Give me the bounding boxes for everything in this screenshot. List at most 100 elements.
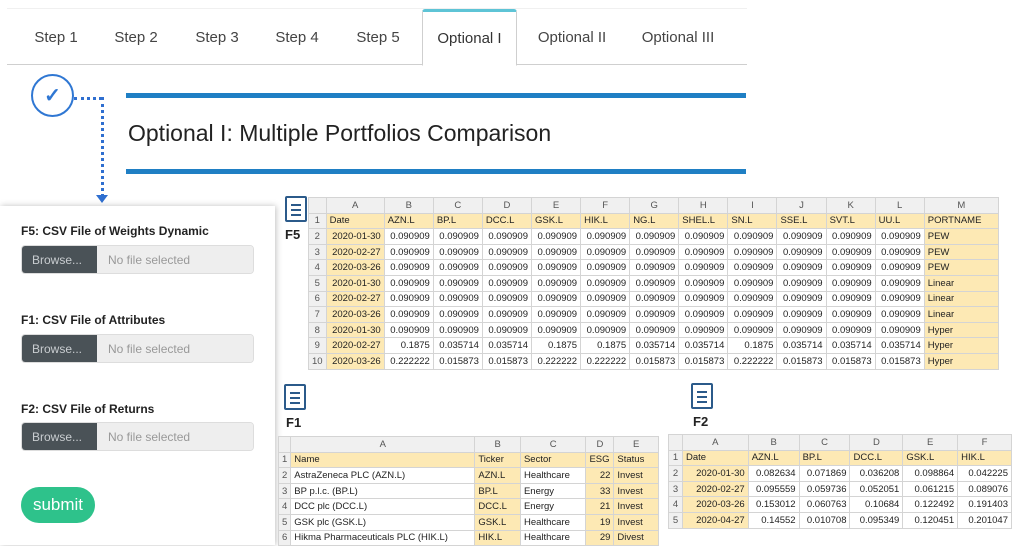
cell: 0.090909 <box>629 274 680 292</box>
cell: 0.090909 <box>383 228 434 245</box>
cell: PEW <box>923 228 1000 245</box>
cell: PORTNAME <box>923 212 1000 230</box>
tab-optional-3[interactable]: Optional III <box>630 9 726 65</box>
cell: 0.090909 <box>825 290 876 308</box>
row-number: 4 <box>277 498 292 515</box>
column-header: G <box>629 197 680 214</box>
f1-browse-button[interactable]: Browse... <box>22 335 97 362</box>
f1-document-icon <box>284 384 306 410</box>
f2-doc-label: F2 <box>693 414 709 429</box>
cell: 0.090909 <box>629 243 680 261</box>
cell: UU.L <box>874 212 925 230</box>
row-number: 3 <box>277 482 292 500</box>
row-number: 4 <box>668 496 683 513</box>
cell: Ticker <box>474 451 521 469</box>
cell: 0.035714 <box>825 337 876 354</box>
cell: 0.035714 <box>432 337 483 354</box>
cell: BP.L <box>474 482 521 500</box>
sheet-row: 1 Date AZN.L BP.L DCC.L GSK.L HIK.L <box>668 449 1012 467</box>
cell: Sector <box>519 451 587 469</box>
f5-label: F5: CSV File of Weights Dynamic <box>21 224 209 238</box>
sheet-row: 6 2020-02-27 0.090909 0.090909 0.090909 0.090… <box>308 290 1000 308</box>
cell: 0.090909 <box>481 321 533 339</box>
cell: 0.090909 <box>825 321 876 339</box>
cell: 0.035714 <box>629 337 680 354</box>
cell: 2020-01-30 <box>681 465 749 482</box>
cell: AZN.L <box>383 212 434 230</box>
cell: 0.090909 <box>678 259 729 276</box>
cell: 0.090909 <box>481 306 533 323</box>
cell: Invest <box>613 467 659 484</box>
cell: 0.090909 <box>481 243 533 261</box>
tab-optional-2[interactable]: Optional II <box>522 9 622 65</box>
sheet-row: 4 DCC plc (DCC.L) DCC.L Energy 21 Invest <box>277 498 659 515</box>
cell: 0.1875 <box>530 337 582 354</box>
cell: GSK.L <box>474 513 521 531</box>
cell: 2020-03-26 <box>325 259 385 276</box>
row-number: 9 <box>308 337 327 354</box>
row-number: 5 <box>308 274 327 292</box>
cell: 2020-02-27 <box>325 337 385 354</box>
cell: 0.090909 <box>776 259 827 276</box>
sheet-row: 4 2020-03-26 0.090909 0.090909 0.090909 0.090… <box>308 259 1000 276</box>
tab-step-4[interactable]: Step 4 <box>258 9 336 65</box>
cell: Date <box>325 212 385 230</box>
f2-browse-button[interactable]: Browse... <box>22 423 97 450</box>
f5-browse-button[interactable]: Browse... <box>22 246 97 273</box>
cell: 21 <box>585 498 615 515</box>
cell: 0.095559 <box>747 480 800 498</box>
tab-step-2[interactable]: Step 2 <box>97 9 175 65</box>
tab-step-1[interactable]: Step 1 <box>17 9 95 65</box>
cell: 0.090909 <box>432 321 483 339</box>
cell: 0.090909 <box>874 274 925 292</box>
cell: 0.090909 <box>383 259 434 276</box>
tab-optional-1[interactable]: Optional I <box>422 9 517 66</box>
cell: 0.090909 <box>530 243 582 261</box>
column-header: E <box>530 197 582 214</box>
cell: 0.090909 <box>580 274 631 292</box>
cell: Invest <box>613 482 659 500</box>
arrow-down-icon <box>96 195 108 203</box>
submit-button[interactable]: submit <box>21 487 95 523</box>
row-number: 10 <box>308 352 327 370</box>
cell: 0.035714 <box>874 337 925 354</box>
cell: AZN.L <box>747 449 800 467</box>
column-header: K <box>825 197 876 214</box>
column-header: D <box>585 436 615 453</box>
f5-file-input[interactable]: Browse... No file selected <box>21 245 254 274</box>
cell: 0.090909 <box>874 259 925 276</box>
cell: 0.201047 <box>957 511 1012 529</box>
cell: Invest <box>613 498 659 515</box>
cell: Date <box>681 449 749 467</box>
column-header: F <box>580 197 631 214</box>
connector-horizontal <box>74 97 102 100</box>
f2-file-name: No file selected <box>97 423 253 450</box>
tab-step-5[interactable]: Step 5 <box>339 9 417 65</box>
row-number: 5 <box>668 511 683 529</box>
sheet-row: 2 2020-01-30 0.090909 0.090909 0.090909 0.090… <box>308 228 1000 245</box>
sheet-corner <box>668 434 683 451</box>
cell: 0.122492 <box>902 496 959 513</box>
cell: 0.015873 <box>678 352 729 370</box>
cell: 0.015873 <box>481 352 533 370</box>
cell: 0.090909 <box>580 243 631 261</box>
f2-file-input[interactable]: Browse... No file selected <box>21 422 254 451</box>
cell: 0.090909 <box>727 243 778 261</box>
cell: SSE.L <box>776 212 827 230</box>
f1-file-input[interactable]: Browse... No file selected <box>21 334 254 363</box>
cell: NG.L <box>629 212 680 230</box>
cell: Healthcare <box>519 513 587 531</box>
cell: AZN.L <box>474 467 521 484</box>
tab-step-3[interactable]: Step 3 <box>178 9 256 65</box>
sheet-row: 5 GSK plc (GSK.L) GSK.L Healthcare 19 Invest <box>277 513 659 531</box>
cell: 2020-01-30 <box>325 274 385 292</box>
row-number: 2 <box>277 467 292 484</box>
f2-label: F2: CSV File of Returns <box>21 402 155 416</box>
cell: 0.090909 <box>481 259 533 276</box>
column-header: E <box>902 434 959 451</box>
cell: 33 <box>585 482 615 500</box>
sheet-row: 3 2020-02-27 0.090909 0.090909 0.090909 0.090… <box>308 243 1000 261</box>
cell: 0.090909 <box>383 243 434 261</box>
cell: 0.015873 <box>825 352 876 370</box>
sheet-row: 1 Name Ticker Sector ESG Status <box>277 451 659 469</box>
